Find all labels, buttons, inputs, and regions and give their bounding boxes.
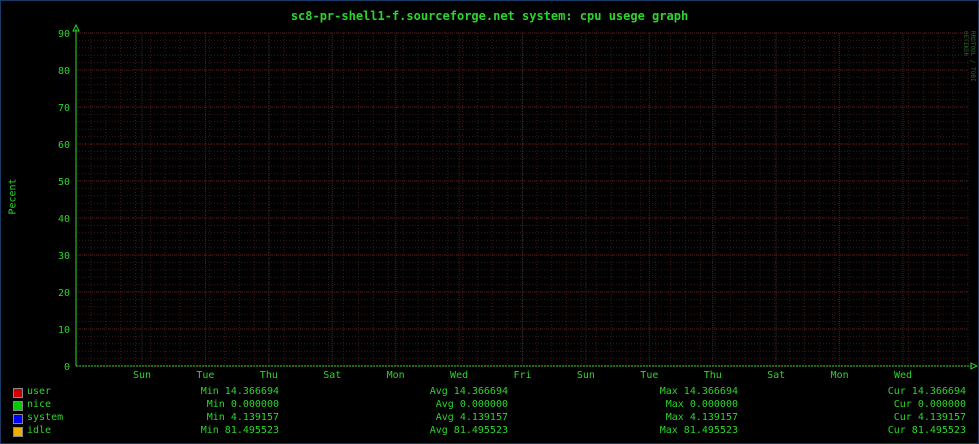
x-tick-label: Wed	[894, 370, 912, 381]
legend-min: Min 4.139157	[206, 412, 279, 423]
legend-series-name: user	[27, 386, 52, 397]
y-tick-label: 20	[58, 288, 70, 299]
legend-swatch	[13, 427, 23, 437]
legend-series-name: system	[27, 412, 64, 423]
y-tick-label: 60	[58, 140, 70, 151]
x-tick-label: Sat	[323, 370, 341, 381]
y-tick-label: 30	[58, 251, 70, 262]
x-tick-label: Thu	[260, 370, 278, 381]
x-tick-label: Mon	[387, 370, 405, 381]
x-tick-label: Tue	[196, 370, 214, 381]
legend-max: Max 0.000000	[665, 399, 738, 410]
legend-swatch	[13, 414, 23, 424]
legend-cur: Cur 4.139157	[893, 412, 966, 423]
legend-swatch	[13, 401, 23, 411]
legend-cur: Cur 0.000000	[893, 399, 966, 410]
y-tick-label: 0	[64, 362, 70, 373]
y-tick-label: 70	[58, 103, 70, 114]
legend-avg: Avg 81.495523	[429, 425, 508, 436]
legend-cur: Cur 81.495523	[887, 425, 966, 436]
legend-min: Min 0.000000	[206, 399, 279, 410]
x-tick-label: Wed	[450, 370, 468, 381]
legend-series-name: nice	[27, 399, 52, 410]
legend-avg: Avg 14.366694	[429, 386, 508, 397]
y-tick-label: 40	[58, 214, 70, 225]
legend-row: system Min 4.139157 Avg 4.139157 Max 4.1391…	[1, 412, 978, 425]
legend-row: idle Min 81.495523 Avg 81.495523 Max 81.495…	[1, 425, 978, 438]
x-tick-label: Tue	[640, 370, 658, 381]
plot-area: 0 10 20 30 40 50 60 70 80 90 Sun Tue Thu Sat Mon Wed Fri…	[58, 23, 978, 381]
x-tick-label: Sat	[767, 370, 785, 381]
legend-min: Min 14.366694	[200, 386, 279, 397]
legend-cur: Cur 14.366694	[887, 386, 966, 397]
y-tick-label: 90	[58, 29, 70, 40]
x-tick-label: Fri	[513, 370, 531, 381]
legend-row: nice Min 0.000000 Avg 0.000000 Max 0.000000…	[1, 399, 978, 412]
legend-avg: Avg 0.000000	[435, 399, 508, 410]
x-tick-label: Mon	[831, 370, 849, 381]
legend-min: Min 81.495523	[200, 425, 279, 436]
y-tick-label: 80	[58, 66, 70, 77]
legend-max: Max 81.495523	[659, 425, 738, 436]
y-tick-label: 10	[58, 325, 70, 336]
legend-avg: Avg 4.139157	[435, 412, 508, 423]
x-tick-label: Thu	[704, 370, 722, 381]
chart-frame: sc8-pr-shell1-f.sourceforge.net system: …	[0, 0, 979, 444]
x-tick-label: Sun	[133, 370, 151, 381]
legend-row: user Min 14.366694 Avg 14.366694 Max 14.366…	[1, 386, 978, 399]
legend-max: Max 14.366694	[659, 386, 738, 397]
y-tick-label: 50	[58, 177, 70, 188]
legend-max: Max 4.139157	[665, 412, 738, 423]
legend-series-name: idle	[27, 425, 52, 436]
x-tick-label: Sun	[577, 370, 595, 381]
legend-swatch	[13, 388, 23, 398]
